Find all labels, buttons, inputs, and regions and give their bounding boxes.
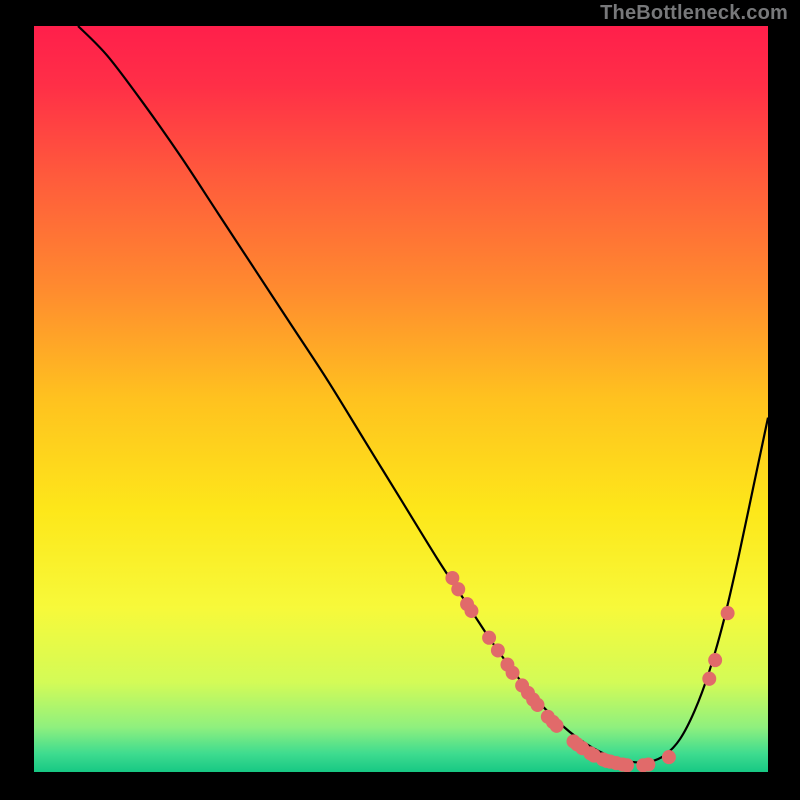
data-point <box>491 643 505 657</box>
data-point <box>550 719 564 733</box>
data-points <box>445 571 734 772</box>
data-point <box>464 604 478 618</box>
data-point <box>482 631 496 645</box>
data-point <box>702 672 716 686</box>
bottleneck-curve-layer <box>34 26 768 772</box>
chart-plot-area <box>34 26 768 772</box>
data-point <box>451 582 465 596</box>
bottleneck-curve <box>78 26 768 763</box>
data-point <box>662 750 676 764</box>
data-point <box>721 606 735 620</box>
data-point <box>506 666 520 680</box>
attribution-text: TheBottleneck.com <box>600 2 788 25</box>
data-point <box>708 653 722 667</box>
data-point <box>531 698 545 712</box>
data-point <box>620 758 634 772</box>
data-point <box>641 757 655 771</box>
